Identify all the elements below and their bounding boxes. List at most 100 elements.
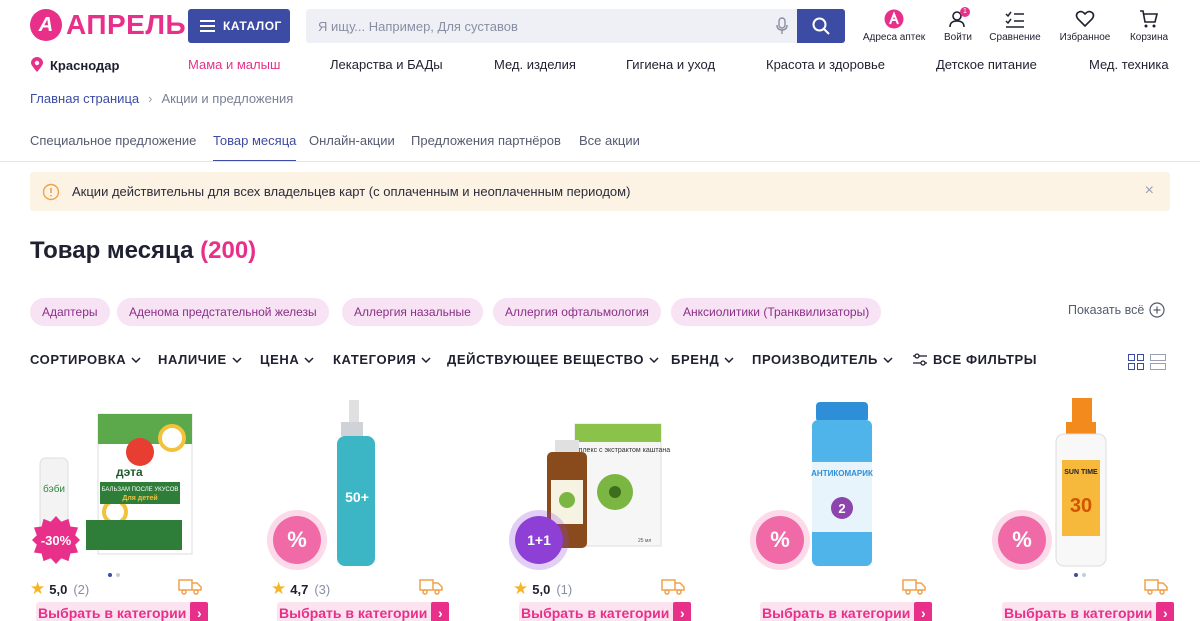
chip-allergy-nasal[interactable]: Аллергия назальные (342, 298, 483, 326)
product-card[interactable]: Комплекс с экстрактом каштана 25 мл 1+1 … (513, 392, 713, 621)
product-card[interactable]: 50+ % ★ 4,7 (3) Выбрать в категории › (271, 392, 471, 621)
product-4-brand: АНТИКОМАРИК (811, 469, 873, 478)
product-1-box-brand: дэта (116, 465, 143, 479)
menu-icon (200, 20, 215, 32)
pager-dot[interactable] (108, 573, 112, 577)
city-name: Краснодар (50, 57, 120, 73)
product-1-box-title: БАЛЬЗАМ ПОСЛЕ УКУСОВ (102, 487, 179, 493)
filter-category[interactable]: КАТЕГОРИЯ (333, 352, 431, 367)
filter-manufacturer-label: ПРОИЗВОДИТЕЛЬ (752, 352, 878, 367)
login-badge: 1 (960, 7, 970, 17)
tab-partner-offers[interactable]: Предложения партнёров (411, 133, 561, 162)
chevron-down-icon (724, 356, 734, 363)
header-favorites[interactable]: Избранное (1054, 9, 1116, 43)
review-count[interactable]: (2) (73, 582, 89, 597)
all-filters-button[interactable]: ВСЕ ФИЛЬТРЫ (912, 352, 1037, 367)
chevron-right-icon: › (190, 602, 209, 621)
filter-price[interactable]: ЦЕНА (260, 352, 314, 367)
show-all-label: Показать всё (1068, 303, 1145, 317)
nav-item-medicines[interactable]: Лекарства и БАДы (330, 57, 443, 72)
rating-value: 4,7 (290, 581, 309, 597)
notice-text: Акции действительны для всех владельцев … (72, 184, 631, 199)
product-card[interactable]: бэби дэта БАЛЬЗАМ ПОСЛЕ УКУСОВ Для детей… (30, 392, 230, 621)
microphone-icon[interactable] (767, 9, 797, 43)
nav-item-med-tech[interactable]: Мед. техника (1089, 57, 1169, 72)
city-selector[interactable]: Краснодар (30, 57, 119, 73)
product-rating: ★ 5,0 (1) (513, 579, 572, 599)
page-title-count: (200) (200, 237, 257, 264)
breadcrumb-home[interactable]: Главная страница (30, 91, 139, 106)
choose-in-category-button[interactable]: Выбрать в категории › (36, 602, 209, 621)
header-cart-label: Корзина (1129, 32, 1169, 43)
one-plus-one-badge: 1+1 (515, 516, 563, 564)
nav-item-baby-food[interactable]: Детское питание (936, 57, 1037, 72)
image-pager (108, 573, 120, 577)
chip-anxiolytics[interactable]: Анксиолитики (Транквилизаторы) (671, 298, 882, 326)
chip-prostate-adenoma[interactable]: Аденома предстательной железы (117, 298, 329, 326)
compare-icon (986, 9, 1044, 29)
nav-item-med-products[interactable]: Мед. изделия (494, 57, 576, 72)
choose-in-category-label: Выбрать в категории (279, 605, 428, 621)
filter-availability[interactable]: НАЛИЧИЕ (158, 352, 242, 367)
page-title: Товар месяца (200) (30, 237, 256, 265)
filter-category-label: КАТЕГОРИЯ (333, 352, 417, 367)
chevron-right-icon: › (431, 602, 450, 621)
filter-active-substance[interactable]: ДЕЙСТВУЮЩЕЕ ВЕЩЕСТВО (447, 352, 659, 367)
list-view-icon[interactable] (1150, 354, 1166, 370)
show-all-button[interactable]: Показать всё (1068, 302, 1165, 318)
choose-in-category-button[interactable]: Выбрать в категории › (519, 602, 692, 621)
tab-product-of-month[interactable]: Товар месяца (213, 133, 297, 162)
choose-in-category-button[interactable]: Выбрать в категории › (760, 602, 933, 621)
header-cart[interactable]: Корзина (1126, 9, 1172, 43)
search-button[interactable] (797, 9, 845, 43)
chevron-down-icon (232, 356, 242, 363)
header-compare[interactable]: Сравнение (986, 9, 1044, 43)
pager-dot[interactable] (1074, 573, 1078, 577)
sliders-icon (913, 352, 927, 366)
nav-item-hygiene[interactable]: Гигиена и уход (626, 57, 715, 72)
chip-adapters[interactable]: Адаптеры (30, 298, 110, 326)
cart-icon (1126, 9, 1172, 29)
discount-badge: % (998, 516, 1046, 564)
delivery-truck-icon (178, 579, 202, 595)
chevron-right-icon: › (1156, 602, 1175, 621)
choose-in-category-button[interactable]: Выбрать в категории › (1002, 602, 1175, 621)
chip-allergy-ophthalmology[interactable]: Аллергия офтальмология (493, 298, 661, 326)
product-card[interactable]: SUN TIME 30 % Выбрать в категории › (996, 392, 1196, 621)
plus-circle-icon (1149, 302, 1165, 318)
pager-dot[interactable] (116, 573, 120, 577)
user-icon: 1 (936, 7, 980, 29)
breadcrumb: Главная страница › Акции и предложения (30, 91, 293, 106)
review-count[interactable]: (1) (556, 582, 572, 597)
product-5-brand: SUN TIME (1064, 469, 1098, 476)
catalog-button[interactable]: КАТАЛОГ (188, 9, 290, 43)
star-icon: ★ (30, 579, 46, 598)
breadcrumb-current: Акции и предложения (161, 91, 294, 106)
header: А АПРЕЛЬ КАТАЛОГ Адреса аптек 1 Войти (0, 0, 1200, 52)
pager-dot[interactable] (1082, 573, 1086, 577)
chevron-down-icon (883, 356, 893, 363)
grid-view-icon[interactable] (1128, 354, 1144, 370)
search-input[interactable] (306, 9, 767, 43)
header-pharmacies[interactable]: Адреса аптек (860, 9, 928, 43)
close-icon[interactable]: × (1145, 183, 1154, 199)
review-count[interactable]: (3) (314, 582, 330, 597)
nav-item-beauty[interactable]: Красота и здоровье (766, 57, 885, 72)
tab-online-promos[interactable]: Онлайн-акции (309, 133, 395, 162)
product-card[interactable]: АНТИКОМАРИК 2 % Выбрать в категории › (754, 392, 954, 621)
nav-item-mom-baby[interactable]: Мама и малыш (188, 57, 280, 72)
chevron-down-icon (421, 356, 431, 363)
product-4-number: 2 (838, 501, 845, 516)
tabs-divider (0, 161, 1200, 162)
logo[interactable]: А АПРЕЛЬ (30, 9, 186, 41)
info-icon (42, 183, 60, 200)
header-login[interactable]: 1 Войти (936, 7, 980, 43)
filter-manufacturer[interactable]: ПРОИЗВОДИТЕЛЬ (752, 352, 893, 367)
tab-all-promos[interactable]: Все акции (579, 133, 640, 162)
choose-in-category-button[interactable]: Выбрать в категории › (277, 602, 450, 621)
filter-sort[interactable]: СОРТИРОВКА (30, 352, 141, 367)
chevron-down-icon (649, 356, 659, 363)
product-rating: ★ 5,0 (2) (30, 579, 89, 599)
filter-brand[interactable]: БРЕНД (671, 352, 734, 367)
tab-special-offer[interactable]: Специальное предложение (30, 133, 196, 162)
